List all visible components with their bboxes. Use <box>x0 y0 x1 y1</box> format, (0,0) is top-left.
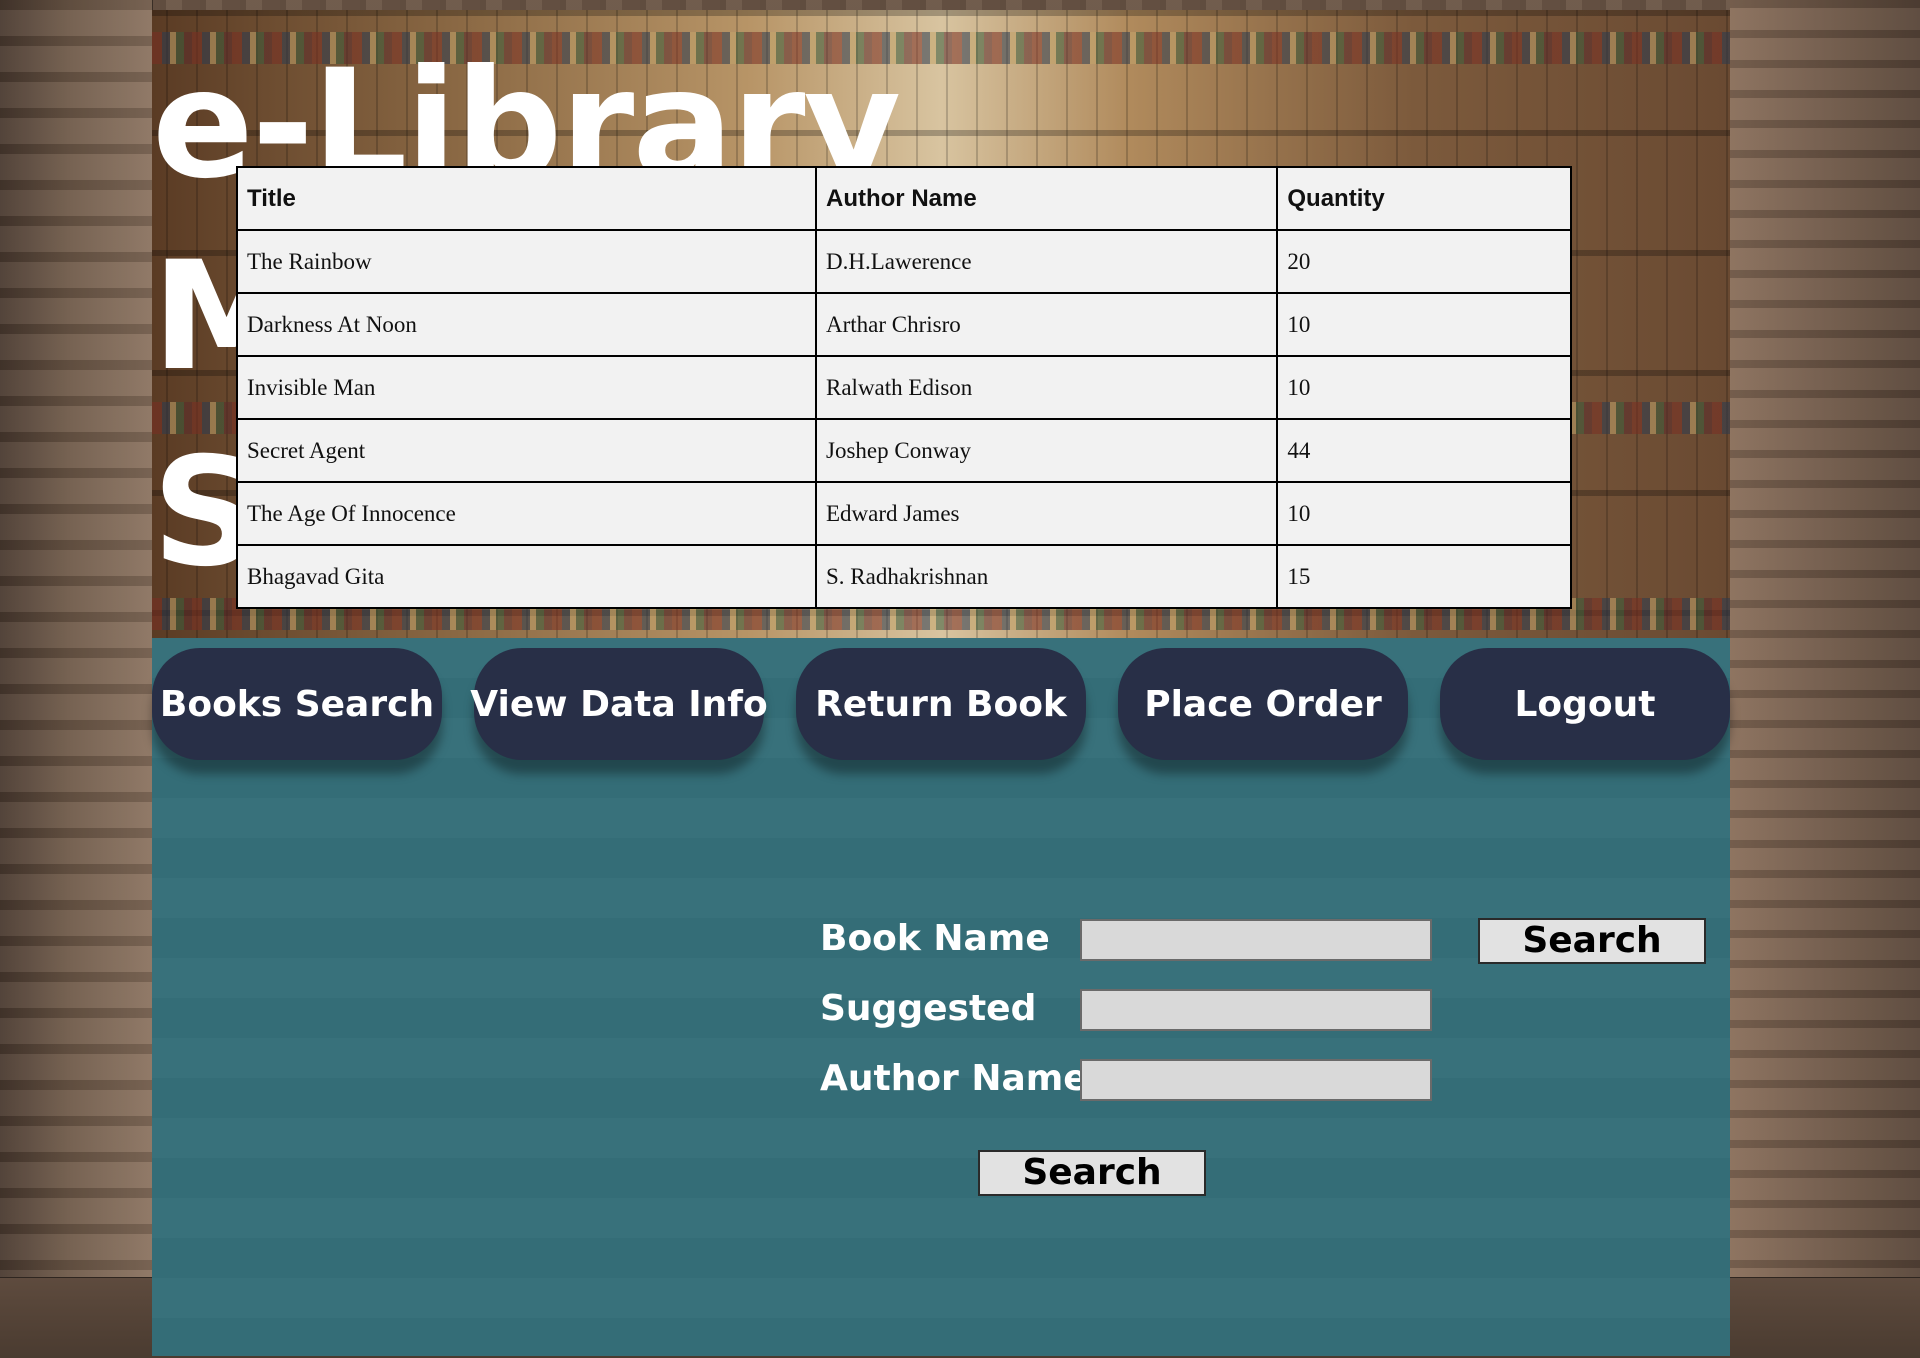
column-header-quantity: Quantity <box>1276 166 1572 231</box>
cell-author-name: Arthar Chrisro <box>814 292 1279 357</box>
cell-author-name: D.H.Lawerence <box>814 229 1279 294</box>
library-header-banner: e-Library M S Title Author Name Quantity… <box>152 10 1730 638</box>
column-header-title: Title <box>236 166 817 231</box>
table-header-row: Title Author Name Quantity <box>236 166 1572 231</box>
background-left-bookshelf <box>0 0 153 1358</box>
book-name-input[interactable] <box>1080 919 1432 961</box>
cell-quantity: 44 <box>1276 418 1572 483</box>
search-button-book-name[interactable]: Search <box>1478 918 1706 964</box>
nav-button-place-order[interactable]: Place Order <box>1118 648 1408 760</box>
table-row: The Rainbow D.H.Lawerence 20 <box>236 229 1572 294</box>
table-row: Darkness At Noon Arthar Chrisro 10 <box>236 292 1572 357</box>
cell-author-name: Ralwath Edison <box>814 355 1279 420</box>
nav-button-view-data-info[interactable]: View Data Info <box>470 648 768 760</box>
books-table: Title Author Name Quantity The Rainbow D… <box>236 166 1572 609</box>
column-header-author-name: Author Name <box>814 166 1279 231</box>
content-panel: Books Search View Data Info Return Book … <box>152 638 1730 1356</box>
nav-button-logout[interactable]: Logout <box>1440 648 1730 760</box>
table-row: Bhagavad Gita S. Radhakrishnan 15 <box>236 544 1572 609</box>
cell-quantity: 15 <box>1276 544 1572 609</box>
author-name-input[interactable] <box>1080 1059 1432 1101</box>
cell-title: Invisible Man <box>236 355 817 420</box>
suggested-label: Suggested <box>820 988 1037 1029</box>
cell-author-name: S. Radhakrishnan <box>814 544 1279 609</box>
cell-author-name: Joshep Conway <box>814 418 1279 483</box>
cell-title: The Rainbow <box>236 229 817 294</box>
nav-button-return-book[interactable]: Return Book <box>796 648 1086 760</box>
nav-button-books-search[interactable]: Books Search <box>152 648 442 760</box>
book-name-label: Book Name <box>820 918 1050 959</box>
cell-title: Secret Agent <box>236 418 817 483</box>
main-frame: e-Library M S Title Author Name Quantity… <box>152 10 1730 1356</box>
cell-title: Bhagavad Gita <box>236 544 817 609</box>
cell-title: The Age Of Innocence <box>236 481 817 546</box>
author-name-label: Author Name <box>820 1058 1088 1099</box>
table-row: The Age Of Innocence Edward James 10 <box>236 481 1572 546</box>
cell-quantity: 10 <box>1276 355 1572 420</box>
cell-quantity: 20 <box>1276 229 1572 294</box>
main-navigation: Books Search View Data Info Return Book … <box>152 638 1730 768</box>
cell-quantity: 10 <box>1276 292 1572 357</box>
cell-quantity: 10 <box>1276 481 1572 546</box>
suggested-input[interactable] <box>1080 989 1432 1031</box>
table-row: Invisible Man Ralwath Edison 10 <box>236 355 1572 420</box>
cell-author-name: Edward James <box>814 481 1279 546</box>
table-row: Secret Agent Joshep Conway 44 <box>236 418 1572 483</box>
background-right-bookshelf <box>1730 0 1920 1358</box>
cell-title: Darkness At Noon <box>236 292 817 357</box>
search-button-author[interactable]: Search <box>978 1150 1206 1196</box>
